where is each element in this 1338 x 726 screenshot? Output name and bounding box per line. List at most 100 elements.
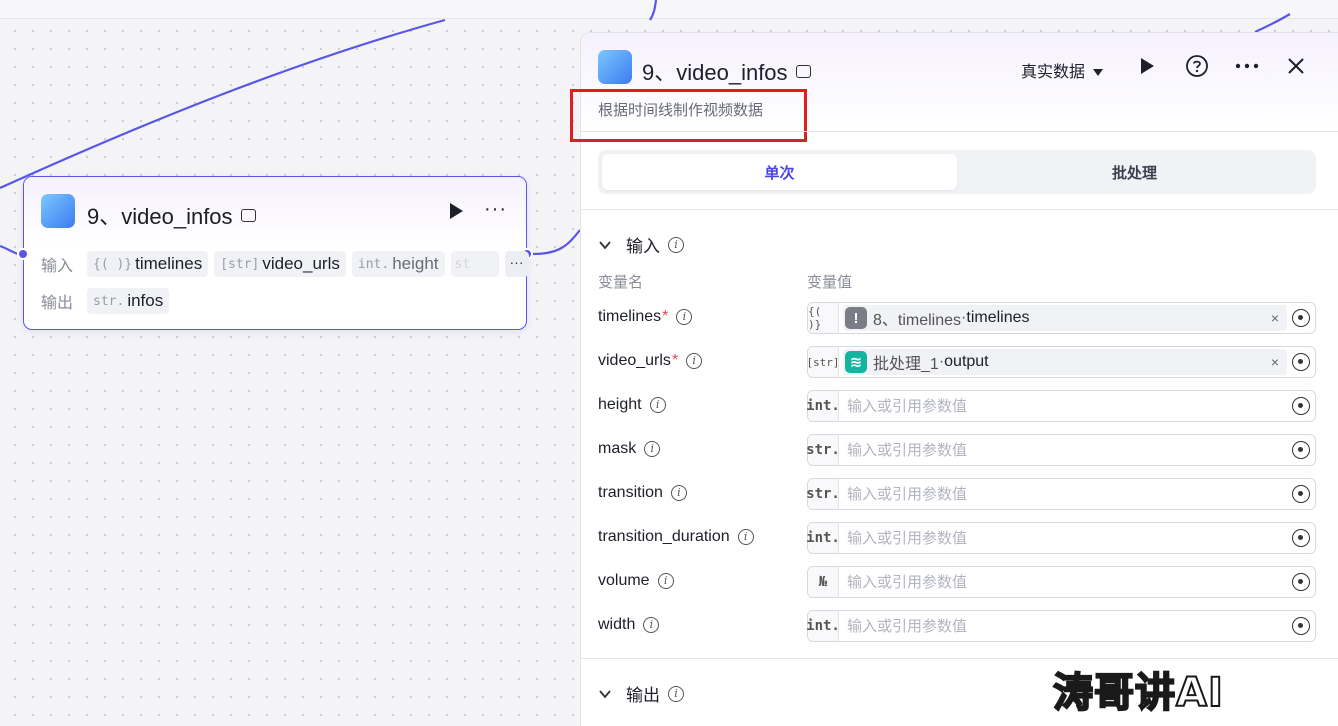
highlight-box xyxy=(570,89,807,142)
node-title-text: 9、video_infos xyxy=(87,204,233,229)
tab-batch[interactable]: 批处理 xyxy=(957,154,1312,190)
clear-ref-icon[interactable]: × xyxy=(1271,354,1279,370)
more-icon[interactable] xyxy=(1235,63,1259,69)
data-mode-dropdown[interactable]: 真实数据 xyxy=(1021,58,1104,82)
layers-icon: ≋ xyxy=(845,351,867,373)
param-name: transition i xyxy=(598,484,687,502)
type-tag: {( )} xyxy=(93,256,133,272)
node-input-label: 输入 xyxy=(41,258,74,275)
header-divider xyxy=(581,131,1338,132)
panel-title: 9、video_infos xyxy=(642,55,811,87)
chip-name: infos xyxy=(127,291,164,310)
param-row-volume: volume i № xyxy=(598,566,1316,598)
close-icon[interactable] xyxy=(1287,57,1305,75)
param-field: int. xyxy=(806,390,1316,422)
param-name-text: mask xyxy=(598,440,637,457)
clear-ref-icon[interactable]: × xyxy=(1271,310,1279,326)
param-input-volume[interactable] xyxy=(839,567,1287,597)
reference-tag[interactable]: ! 8、timelines · timelines × xyxy=(843,305,1287,331)
edge-node-out xyxy=(532,229,581,256)
data-mode-label: 真实数据 xyxy=(1021,64,1086,81)
param-input-transition-duration[interactable] xyxy=(839,523,1287,553)
edge-top-left xyxy=(0,18,446,190)
param-row-width: width i int. xyxy=(598,610,1316,642)
type-badge: [str] xyxy=(806,347,840,377)
reference-picker-button[interactable] xyxy=(1287,479,1315,509)
reference-picker-button[interactable] xyxy=(1287,303,1315,333)
param-name-text: video_urls xyxy=(598,352,671,369)
param-name: video_urls * i xyxy=(598,352,703,370)
input-section-title: 输入 xyxy=(626,237,660,256)
info-icon[interactable]: i xyxy=(643,617,660,633)
param-input-width[interactable] xyxy=(839,611,1287,641)
type-tag: st xyxy=(454,256,471,272)
param-name: height i xyxy=(598,396,666,414)
param-name-text: volume xyxy=(598,572,650,589)
info-icon[interactable]: i xyxy=(686,353,703,369)
param-name-text: width xyxy=(598,616,636,633)
target-icon xyxy=(1292,441,1310,459)
tabs-divider xyxy=(581,209,1338,210)
chip-name: height xyxy=(392,254,439,273)
info-icon[interactable]: i xyxy=(657,573,674,589)
chevron-down-icon xyxy=(599,240,611,249)
watermark: 涛哥讲AI xyxy=(1052,669,1224,717)
type-badge: int. xyxy=(806,523,840,553)
type-badge: int. xyxy=(806,611,840,641)
node-input-chip: {( )} timelines xyxy=(87,251,209,277)
output-section-header[interactable]: 输出 i xyxy=(598,681,684,706)
param-field: [str] ≋ 批处理_1 · output × xyxy=(806,346,1316,378)
reference-picker-button[interactable] xyxy=(1287,435,1315,465)
param-input-mask[interactable] xyxy=(839,435,1287,465)
node-badge-icon xyxy=(240,209,256,222)
type-badge: {( )} xyxy=(808,303,839,333)
param-input-transition[interactable] xyxy=(839,479,1287,509)
inputs-divider xyxy=(581,658,1338,659)
info-icon[interactable]: i xyxy=(676,309,693,325)
help-icon[interactable] xyxy=(1185,54,1209,78)
type-tag: str. xyxy=(93,293,125,309)
node-input-chip: int. height xyxy=(351,251,445,277)
node-run-icon[interactable] xyxy=(448,202,464,220)
type-badge: str. xyxy=(806,479,840,509)
target-icon xyxy=(1292,529,1310,547)
reference-picker-button[interactable] xyxy=(1287,567,1315,597)
info-icon[interactable]: i xyxy=(644,441,661,457)
info-icon[interactable]: i xyxy=(649,397,666,413)
panel-node-icon xyxy=(598,50,632,84)
param-name: volume i xyxy=(598,572,674,590)
target-icon xyxy=(1292,617,1310,635)
tab-single[interactable]: 单次 xyxy=(602,154,957,190)
info-icon[interactable]: i xyxy=(668,685,684,702)
node-input-port[interactable] xyxy=(17,248,29,260)
param-row-height: height i int. xyxy=(598,390,1316,422)
reference-picker-button[interactable] xyxy=(1287,391,1315,421)
info-icon[interactable]: i xyxy=(737,529,754,545)
chevron-down-icon xyxy=(599,689,611,698)
node-title: 9、video_infos xyxy=(87,199,256,231)
reference-picker-button[interactable] xyxy=(1287,347,1315,377)
param-name-text: transition_duration xyxy=(598,528,730,545)
reference-picker-button[interactable] xyxy=(1287,611,1315,641)
chip-name: timelines xyxy=(135,254,203,273)
node-output-chip: str. infos xyxy=(87,288,170,314)
param-field: int. xyxy=(806,610,1316,642)
node-output-row: 输出 str. infos xyxy=(41,288,170,314)
input-section-header[interactable]: 输入 i xyxy=(598,232,684,257)
param-name: mask i xyxy=(598,440,661,458)
ref-field: output xyxy=(944,353,989,370)
param-name-text: transition xyxy=(598,484,663,501)
info-icon[interactable]: i xyxy=(668,236,684,253)
reference-tag[interactable]: ≋ 批处理_1 · output × xyxy=(843,349,1287,375)
panel-run-icon[interactable] xyxy=(1139,57,1155,75)
node-card-video-infos[interactable]: 9、video_infos ··· 输入 {( )} timelines [str… xyxy=(17,176,533,330)
node-more-icon[interactable]: ··· xyxy=(484,198,507,221)
param-input-height[interactable] xyxy=(839,391,1287,421)
param-name: transition_duration i xyxy=(598,528,754,546)
edge-top-right xyxy=(1254,13,1291,33)
info-icon[interactable]: i xyxy=(670,485,687,501)
reference-picker-button[interactable] xyxy=(1287,523,1315,553)
node-inputs-more-button[interactable]: ··· xyxy=(504,251,529,277)
target-icon xyxy=(1292,397,1310,415)
param-field: {( )} ! 8、timelines · timelines × xyxy=(807,302,1316,334)
